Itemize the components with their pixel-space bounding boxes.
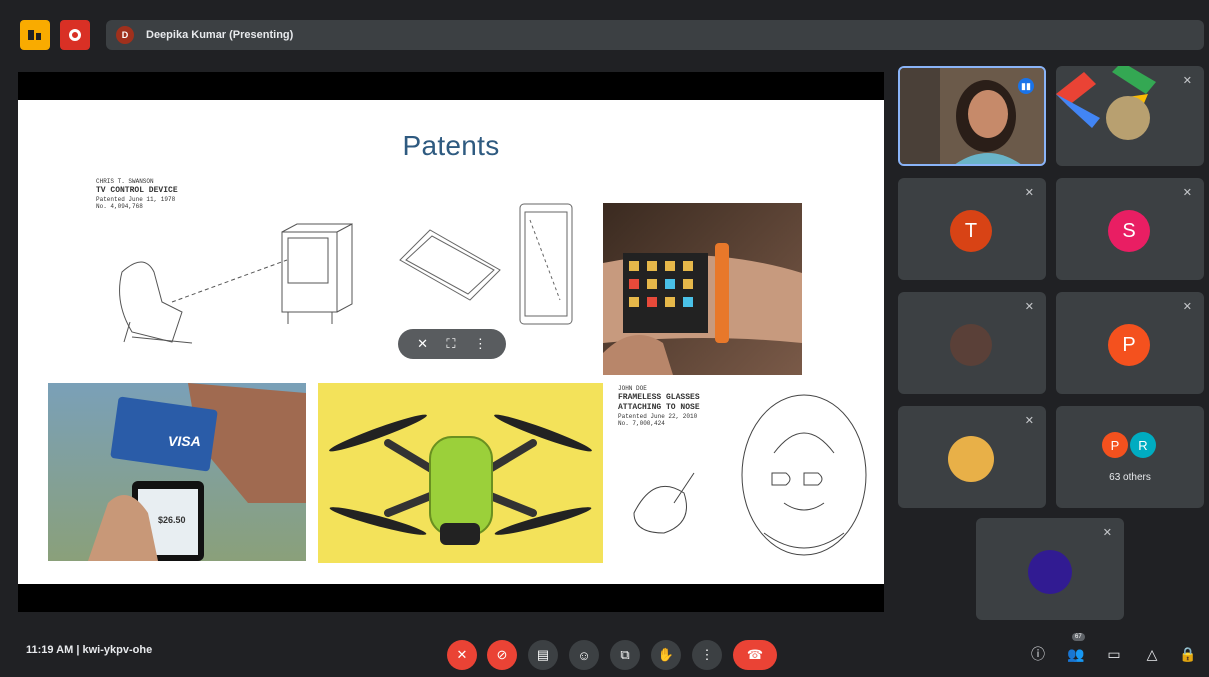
participant-2-avatar (1106, 96, 1150, 140)
patent-drawing-tv-control: CHRIS T. SWANSON TV CONTROL DEVICE Paten… (92, 172, 362, 362)
speaking-indicator-icon: ▮▮ (1018, 78, 1034, 94)
meeting-details-button[interactable]: ⓘ (1026, 642, 1050, 666)
others-avatar-r: R (1130, 432, 1156, 458)
current-time: 11:19 AM (26, 644, 74, 656)
activities-icon[interactable] (20, 20, 50, 50)
phone-amount-text: $26.50 (158, 515, 186, 525)
participant-4-avatar: S (1108, 210, 1150, 252)
participant-3-avatar: T (950, 210, 992, 252)
more-vert-icon: ⋮ (700, 647, 714, 662)
camera-toggle-button[interactable]: ⊘ (487, 640, 517, 670)
participant-tile-9[interactable]: ✕ (976, 518, 1124, 620)
camera-off-icon: ⊘ (496, 647, 508, 662)
host-controls-button[interactable]: 🔒 (1176, 642, 1200, 666)
reactions-button[interactable]: ☺ (569, 640, 599, 670)
top-bar: D Deepika Kumar (Presenting) (14, 20, 1204, 54)
slide-title: Patents (402, 130, 500, 161)
presenting-label: Deepika Kumar (Presenting) (146, 29, 294, 41)
captions-icon: ▤ (536, 647, 550, 662)
recording-icon[interactable] (60, 20, 90, 50)
captions-button[interactable]: ▤ (528, 640, 558, 670)
present-button[interactable]: ⧉ (610, 640, 640, 670)
pin-icon[interactable]: ✕ (417, 336, 428, 352)
present-screen-icon: ⧉ (620, 647, 630, 662)
card-reader-photo: VISA $26.50 (48, 383, 306, 561)
fullscreen-icon[interactable]: ⛶ (446, 336, 455, 352)
mic-off-icon: ✕ (1182, 301, 1192, 313)
patent-drawing-glasses: JOHN DOE FRAMELESS GLASSES ATTACHING TO … (614, 383, 874, 563)
hand-icon: ✋ (657, 647, 675, 662)
shapes-icon: △ (1146, 645, 1158, 662)
participant-tile-6[interactable]: P ✕ (1056, 292, 1204, 394)
wrist-display-photo (603, 203, 802, 375)
meet-window: D Deepika Kumar (Presenting) Patents CHR… (0, 0, 1209, 677)
leave-call-button[interactable]: ☎ (733, 640, 777, 670)
others-avatar-p: P (1102, 432, 1128, 458)
people-button[interactable]: 👥 67 (1064, 633, 1088, 666)
bottom-bar: 11:19 AM | kwi-ykpv-ohe ✕ ⊘ ▤ ☺ ⧉ ✋ ⋮ ☎ … (0, 628, 1209, 672)
emoji-icon: ☺ (577, 647, 591, 663)
microphone-toggle-button[interactable]: ✕ (447, 640, 477, 670)
phone-hangup-icon: ☎ (746, 647, 764, 662)
participant-tile-presenter-video[interactable]: ▮▮ (898, 66, 1046, 166)
presentation-stage: Patents CHRIS T. SWANSON TV CONTROL DEVI… (18, 72, 884, 612)
chat-icon: ▭ (1107, 645, 1121, 662)
meeting-code: kwi-ykpv-ohe (82, 644, 153, 656)
presenting-banner: D Deepika Kumar (Presenting) (106, 20, 1204, 50)
participant-5-avatar (950, 324, 992, 366)
mic-off-icon: ✕ (1182, 187, 1192, 199)
slide-overlay-controls: ✕ ⛶ ⋮ (398, 329, 506, 359)
drone-photo (318, 383, 603, 563)
participant-tile-others[interactable]: P R 63 others (1056, 406, 1204, 508)
participant-9-avatar (1028, 550, 1072, 594)
mic-off-icon: ✕ (456, 647, 468, 662)
participant-tile-3[interactable]: T ✕ (898, 178, 1046, 280)
participant-tile-2[interactable]: ✕ (1056, 66, 1204, 166)
mic-off-icon: ✕ (1024, 187, 1034, 199)
participant-6-avatar: P (1108, 324, 1150, 366)
mic-off-icon: ✕ (1102, 527, 1112, 539)
people-icon: 👥 (1067, 645, 1085, 662)
more-options-button[interactable]: ⋮ (692, 640, 722, 670)
lock-person-icon: 🔒 (1179, 645, 1197, 662)
chat-button[interactable]: ▭ (1102, 642, 1126, 666)
participant-tile-7[interactable]: ✕ (898, 406, 1046, 508)
mic-off-icon: ✕ (1024, 415, 1034, 427)
info-icon: ⓘ (1031, 646, 1045, 662)
raise-hand-button[interactable]: ✋ (651, 640, 681, 670)
presenter-avatar: D (116, 26, 134, 44)
others-count-label: 63 others (1109, 472, 1151, 483)
participant-tile-4[interactable]: S ✕ (1056, 178, 1204, 280)
card-brand-text: VISA (168, 433, 201, 449)
participant-7-avatar (948, 436, 994, 482)
people-count-badge: 67 (1072, 633, 1085, 641)
patent-drawing-phone (390, 200, 580, 350)
mic-off-icon: ✕ (1182, 75, 1192, 87)
slide: Patents CHRIS T. SWANSON TV CONTROL DEVI… (18, 100, 884, 584)
mic-off-icon: ✕ (1024, 301, 1034, 313)
participant-tile-5[interactable]: ✕ (898, 292, 1046, 394)
more-options-icon[interactable]: ⋮ (474, 336, 487, 352)
meeting-info: 11:19 AM | kwi-ykpv-ohe (26, 644, 152, 656)
activities-button[interactable]: △ (1140, 642, 1164, 666)
